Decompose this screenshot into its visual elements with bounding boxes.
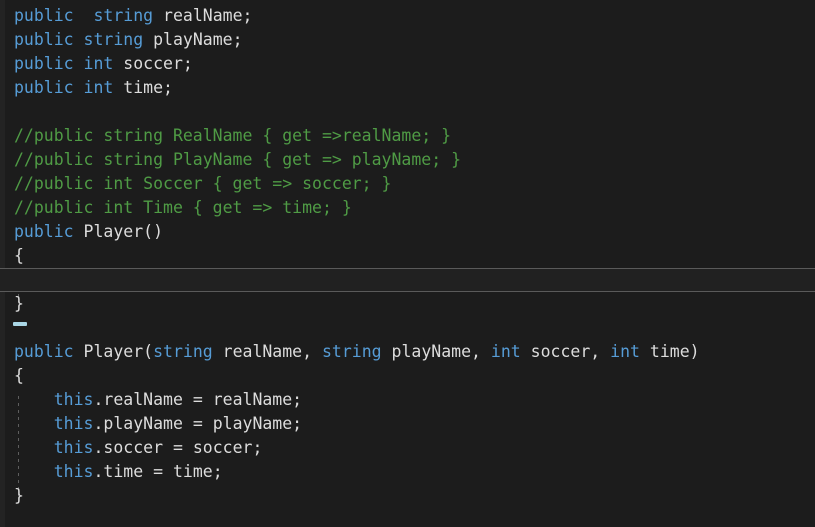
code-token-id: realName (163, 6, 243, 25)
code-token-brace: { (14, 246, 24, 265)
code-token-pun (74, 54, 84, 73)
code-token-kw: int (83, 78, 114, 97)
code-line[interactable]: this.soccer = soccer; (0, 436, 815, 460)
code-token-kw: public (14, 78, 74, 97)
code-line[interactable]: //public string RealName { get =>realNam… (0, 124, 815, 148)
code-token-kw: public (14, 342, 74, 361)
code-line[interactable]: //public string PlayName { get => playNa… (0, 148, 815, 172)
code-token-kw: int (83, 54, 114, 73)
code-token-pun: ) (689, 342, 700, 361)
code-line[interactable]: public Player() (0, 220, 815, 244)
code-token-kw: string (83, 30, 144, 49)
code-line[interactable]: public Player(string realName, string pl… (0, 340, 815, 364)
code-token-cmt: //public string PlayName { get => playNa… (14, 150, 462, 169)
code-token-pun: ; (242, 6, 253, 25)
code-token-pun (213, 342, 223, 361)
code-token-pun: , (302, 342, 322, 361)
code-token-kw: this (53, 414, 94, 433)
code-token-cmt: //public int Time { get => time; } (14, 198, 352, 217)
code-token-id: Player (83, 222, 144, 241)
code-line[interactable] (0, 100, 815, 124)
code-token-id: soccer (530, 342, 591, 361)
code-token-id: .playName = playName; (93, 414, 303, 433)
code-token-id: playName (391, 342, 472, 361)
code-token-pun (640, 342, 650, 361)
code-line[interactable]: public int soccer; (0, 52, 815, 76)
code-line[interactable]: //public int Soccer { get => soccer; } (0, 172, 815, 196)
code-token-pun (113, 78, 123, 97)
code-line-current[interactable] (0, 268, 815, 292)
code-token-pun (382, 342, 392, 361)
code-token-kw: string (322, 342, 382, 361)
code-token-cmt: //public int Soccer { get => soccer; } (14, 174, 392, 193)
code-line[interactable]: this.playName = playName; (0, 412, 815, 436)
code-token-kw: public (14, 222, 74, 241)
code-line[interactable]: public int time; (0, 76, 815, 100)
code-line[interactable] (0, 316, 815, 340)
code-token-pun (14, 414, 54, 433)
code-token-id: realName (222, 342, 303, 361)
code-token-id: time (649, 342, 690, 361)
code-token-id: .soccer = soccer; (93, 438, 263, 457)
code-token-cmt: //public string RealName { get =>realNam… (14, 126, 452, 145)
code-token-kw: int (490, 342, 521, 361)
code-line[interactable]: this.realName = realName; (0, 388, 815, 412)
code-token-id: playName (153, 30, 233, 49)
code-token-pun: ( (143, 342, 154, 361)
code-token-id: .realName = realName; (93, 390, 303, 409)
code-token-id: time (123, 78, 164, 97)
code-token-pun (14, 462, 54, 481)
code-token-kw: public (14, 6, 74, 25)
code-token-brace: { (14, 366, 24, 385)
code-line[interactable]: this.time = time; (0, 460, 815, 484)
code-line[interactable]: } (0, 484, 815, 508)
code-token-pun (14, 390, 54, 409)
code-token-id: Player (83, 342, 144, 361)
code-line[interactable]: } (0, 292, 815, 316)
code-token-pun: () (143, 222, 164, 241)
code-token-pun: , (590, 342, 611, 361)
code-line[interactable]: { (0, 244, 815, 268)
code-token-pun (74, 222, 84, 241)
code-token-pun (74, 342, 84, 361)
code-token-pun (143, 30, 153, 49)
code-token-pun: ; (182, 54, 193, 73)
code-token-kw: public (14, 30, 74, 49)
code-token-pun: ; (232, 30, 243, 49)
code-token-kw: this (53, 390, 94, 409)
code-token-kw: string (153, 342, 213, 361)
code-line[interactable]: { (0, 364, 815, 388)
code-token-pun (14, 438, 54, 457)
code-line[interactable]: //public int Time { get => time; } (0, 196, 815, 220)
code-token-kw: string (93, 6, 154, 25)
code-token-pun (153, 6, 163, 25)
code-token-brace: } (14, 294, 24, 313)
code-token-kw: this (53, 462, 94, 481)
code-token-id: .time = time; (93, 462, 223, 481)
quick-action-marker[interactable] (13, 322, 27, 326)
code-token-brace: } (14, 486, 24, 505)
code-token-id: soccer (123, 54, 183, 73)
code-token-pun (521, 342, 531, 361)
code-token-kw: public (14, 54, 74, 73)
code-token-pun: , (471, 342, 491, 361)
code-token-pun: ; (163, 78, 173, 97)
code-token-pun (113, 54, 123, 73)
code-token-pun (74, 78, 84, 97)
code-content[interactable]: public string realName; public string pla… (0, 4, 815, 508)
code-line[interactable]: public string realName; (0, 4, 815, 28)
code-token-pun (74, 6, 94, 25)
code-token-pun (74, 30, 84, 49)
code-token-kw: int (610, 342, 640, 361)
code-token-kw: this (53, 438, 94, 457)
code-editor[interactable]: public string realName; public string pla… (0, 0, 815, 527)
code-line[interactable]: public string playName; (0, 28, 815, 52)
